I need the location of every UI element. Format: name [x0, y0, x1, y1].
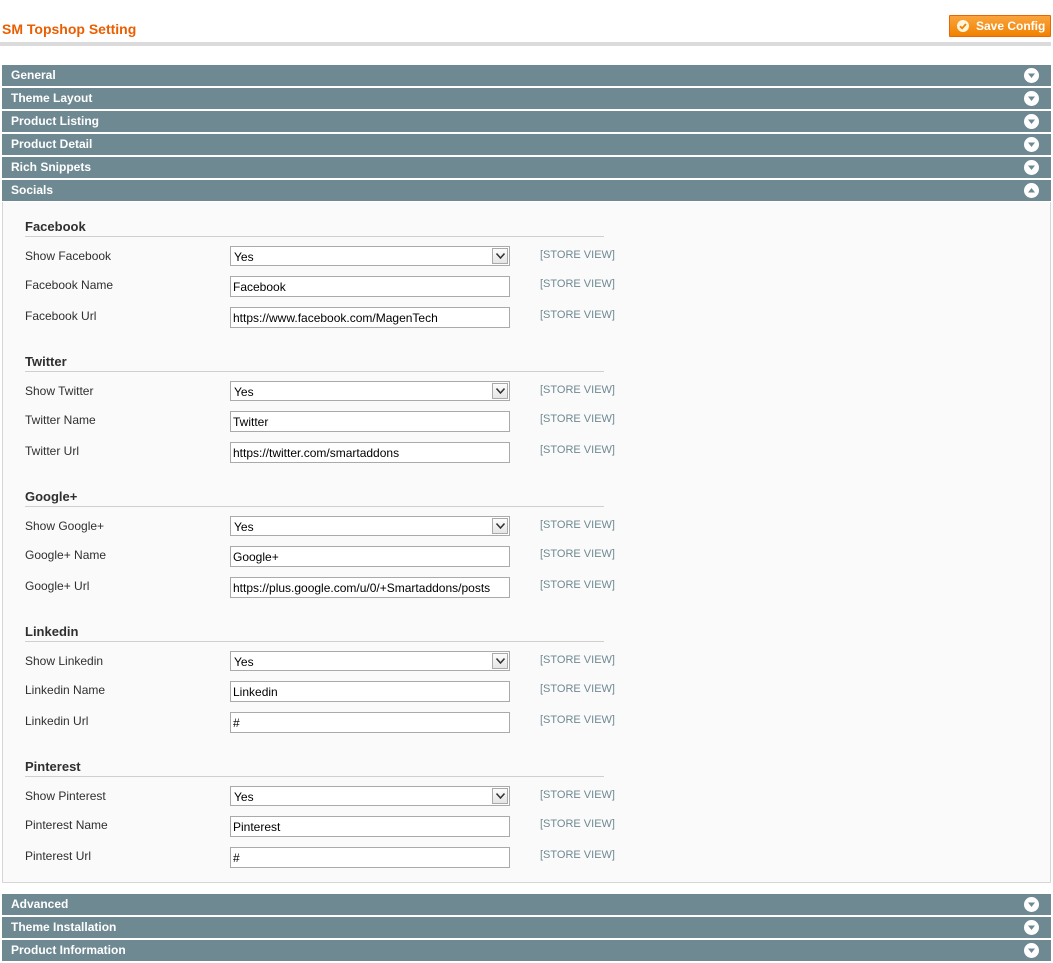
group-divider: [25, 776, 604, 777]
scope-label: [STORE VIEW]: [540, 654, 615, 666]
twitter-url-label: Twitter Url: [25, 444, 79, 458]
select-value: Yes: [234, 520, 254, 534]
expand-arrow-icon[interactable]: [1024, 897, 1039, 912]
scope-label: [STORE VIEW]: [540, 384, 615, 396]
pinterest-name-label: Pinterest Name: [25, 818, 108, 832]
scope-label: [STORE VIEW]: [540, 548, 615, 560]
section-header-theme-installation[interactable]: Theme Installation: [2, 917, 1051, 939]
scope-label: [STORE VIEW]: [540, 413, 615, 425]
twitter-name-label: Twitter Name: [25, 413, 96, 427]
google-plus-url-input[interactable]: [230, 577, 510, 598]
group-divider: [25, 371, 604, 372]
section-header-product-information[interactable]: Product Information: [2, 940, 1051, 962]
chevron-down-icon[interactable]: [492, 788, 508, 804]
select-value: Yes: [234, 250, 254, 264]
socials-fieldset: Facebook Show Facebook Yes [STORE VIEW] Face…: [2, 202, 1051, 883]
section-header-label: Product Listing: [11, 114, 99, 128]
show-google-plus-select[interactable]: Yes: [230, 516, 510, 536]
show-twitter-label: Show Twitter: [25, 384, 94, 398]
section-header-label: Rich Snippets: [11, 160, 92, 174]
facebook-url-input[interactable]: [230, 307, 510, 328]
section-header-label: Advanced: [11, 897, 69, 911]
show-linkedin-label: Show Linkedin: [25, 654, 104, 668]
linkedin-url-input[interactable]: [230, 712, 510, 733]
facebook-url-label: Facebook Url: [25, 309, 97, 323]
expand-arrow-icon[interactable]: [1024, 91, 1039, 106]
show-facebook-label: Show Facebook: [25, 249, 112, 263]
pinterest-url-input[interactable]: [230, 847, 510, 868]
linkedin-name-input[interactable]: [230, 681, 510, 702]
select-value: Yes: [234, 790, 254, 804]
save-config-button[interactable]: Save Config: [949, 15, 1051, 37]
chevron-down-icon[interactable]: [492, 653, 508, 669]
select-value: Yes: [234, 385, 254, 399]
scope-label: [STORE VIEW]: [540, 519, 615, 531]
group-divider: [25, 236, 604, 237]
section-header-advanced[interactable]: Advanced: [2, 894, 1051, 916]
scope-label: [STORE VIEW]: [540, 579, 615, 591]
pinterest-url-label: Pinterest Url: [25, 849, 92, 863]
scope-label: [STORE VIEW]: [540, 683, 615, 695]
expand-arrow-icon[interactable]: [1024, 68, 1039, 83]
section-header-theme-layout[interactable]: Theme Layout: [2, 88, 1051, 110]
show-facebook-select[interactable]: Yes: [230, 246, 510, 266]
twitter-group-title: Twitter: [25, 354, 67, 369]
chevron-down-icon[interactable]: [492, 518, 508, 534]
linkedin-name-label: Linkedin Name: [25, 683, 106, 697]
google-plus-group-title: Google+: [25, 489, 78, 504]
section-header-socials[interactable]: Socials: [2, 180, 1051, 202]
show-google-plus-label: Show Google+: [25, 519, 105, 533]
pinterest-group-title: Pinterest: [25, 759, 81, 774]
section-header-label: Theme Layout: [11, 91, 93, 105]
section-header-label: General: [11, 68, 56, 82]
section-header-general[interactable]: General: [2, 65, 1051, 87]
show-twitter-select[interactable]: Yes: [230, 381, 510, 401]
scope-label: [STORE VIEW]: [540, 444, 615, 456]
chevron-down-icon[interactable]: [492, 383, 508, 399]
scope-label: [STORE VIEW]: [540, 818, 615, 830]
linkedin-url-label: Linkedin Url: [25, 714, 89, 728]
show-linkedin-select[interactable]: Yes: [230, 651, 510, 671]
page-title: SM Topshop Setting: [2, 21, 137, 37]
expand-arrow-icon[interactable]: [1024, 114, 1039, 129]
facebook-name-input[interactable]: [230, 276, 510, 297]
scope-label: [STORE VIEW]: [540, 714, 615, 726]
title-divider: [0, 42, 1051, 46]
select-value: Yes: [234, 655, 254, 669]
scope-label: [STORE VIEW]: [540, 249, 615, 261]
section-header-rich-snippets[interactable]: Rich Snippets: [2, 157, 1051, 179]
pinterest-name-input[interactable]: [230, 816, 510, 837]
scope-label: [STORE VIEW]: [540, 278, 615, 290]
expand-arrow-icon[interactable]: [1024, 943, 1039, 958]
group-divider: [25, 641, 604, 642]
scope-label: [STORE VIEW]: [540, 309, 615, 321]
google-plus-url-label: Google+ Url: [25, 579, 90, 593]
facebook-name-label: Facebook Name: [25, 278, 114, 292]
scope-label: [STORE VIEW]: [540, 849, 615, 861]
expand-arrow-icon[interactable]: [1024, 160, 1039, 175]
linkedin-group-title: Linkedin: [25, 624, 79, 639]
section-header-product-detail[interactable]: Product Detail: [2, 134, 1051, 156]
show-pinterest-label: Show Pinterest: [25, 789, 106, 803]
show-pinterest-select[interactable]: Yes: [230, 786, 510, 806]
chevron-down-icon[interactable]: [492, 248, 508, 264]
expand-arrow-icon[interactable]: [1024, 920, 1039, 935]
save-config-label: Save Config: [976, 18, 1046, 33]
group-divider: [25, 506, 604, 507]
google-plus-name-label: Google+ Name: [25, 548, 107, 562]
facebook-group-title: Facebook: [25, 219, 86, 234]
section-header-label: Product Information: [11, 943, 126, 957]
section-header-product-listing[interactable]: Product Listing: [2, 111, 1051, 133]
check-icon: [957, 20, 969, 32]
twitter-url-input[interactable]: [230, 442, 510, 463]
scope-label: [STORE VIEW]: [540, 789, 615, 801]
section-header-label: Theme Installation: [11, 920, 117, 934]
section-header-label: Product Detail: [11, 137, 93, 151]
section-header-label: Socials: [11, 183, 54, 197]
collapse-arrow-icon[interactable]: [1024, 183, 1039, 198]
google-plus-name-input[interactable]: [230, 546, 510, 567]
twitter-name-input[interactable]: [230, 411, 510, 432]
expand-arrow-icon[interactable]: [1024, 137, 1039, 152]
